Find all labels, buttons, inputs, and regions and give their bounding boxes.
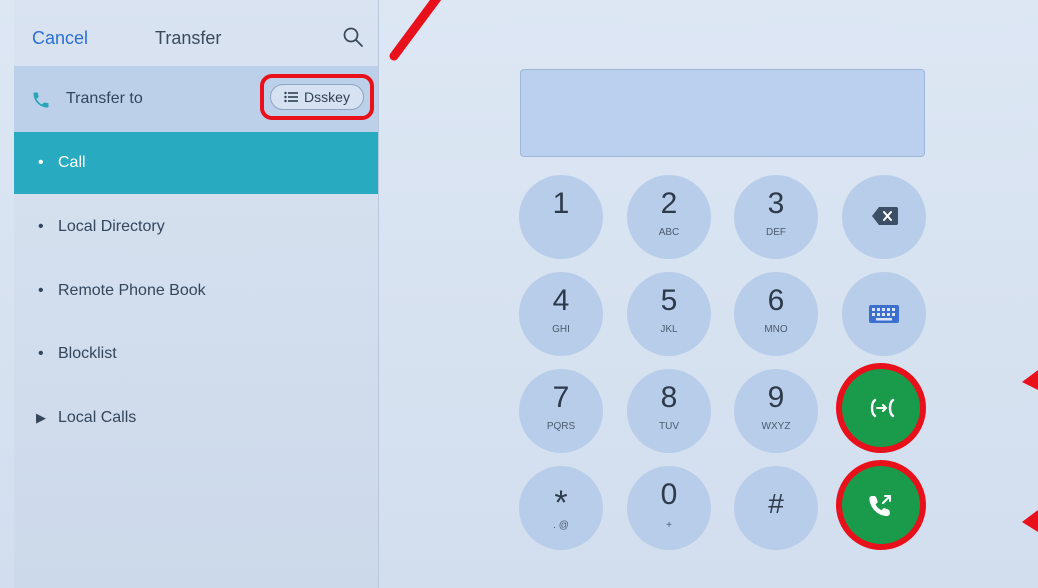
key-star[interactable]: * . @: [519, 466, 603, 550]
call-button[interactable]: [836, 460, 926, 550]
dsskey-button[interactable]: Dsskey: [270, 84, 364, 110]
search-icon[interactable]: [342, 26, 364, 48]
key-4[interactable]: 4 GHI: [519, 272, 603, 356]
annotation-arrow: [389, 0, 442, 61]
key-digit: *: [554, 484, 568, 522]
key-digit: 3: [767, 187, 785, 220]
key-letters: TUV: [659, 421, 679, 432]
backspace-button[interactable]: [842, 175, 926, 259]
bullet-icon: •: [38, 282, 44, 299]
cancel-button[interactable]: Cancel: [32, 28, 88, 49]
key-1[interactable]: 1: [519, 175, 603, 259]
expand-arrow-icon: ▶: [36, 410, 46, 425]
dsskey-highlight: Dsskey: [260, 74, 374, 120]
bullet-icon: •: [38, 345, 44, 362]
bullet-icon: •: [38, 154, 44, 171]
top-bar: Cancel Transfer: [14, 0, 378, 66]
transfer-to-label: Transfer to: [66, 90, 143, 107]
key-2[interactable]: 2 ABC: [627, 175, 711, 259]
dsskey-label: Dsskey: [304, 89, 350, 105]
page-title: Transfer: [155, 28, 222, 48]
key-6[interactable]: 6 MNO: [734, 272, 818, 356]
list-icon: [284, 91, 299, 103]
annotation-pointer: [1022, 370, 1038, 390]
key-letters: DEF: [766, 227, 786, 238]
key-3[interactable]: 3 DEF: [734, 175, 818, 259]
key-digit: 1: [552, 187, 570, 220]
backspace-icon: [872, 207, 898, 225]
key-hash[interactable]: #: [734, 466, 818, 550]
menu-item-blocklist[interactable]: • Blocklist: [14, 323, 378, 385]
key-digit: 9: [767, 381, 785, 414]
key-9[interactable]: 9 WXYZ: [734, 369, 818, 453]
bullet-icon: •: [38, 218, 44, 235]
key-8[interactable]: 8 TUV: [627, 369, 711, 453]
key-5[interactable]: 5 JKL: [627, 272, 711, 356]
call-icon: [869, 495, 891, 517]
phone-icon: [33, 92, 49, 108]
key-digit: 7: [552, 381, 570, 414]
key-letters: JKL: [660, 324, 678, 335]
transfer-to-row: Transfer to Dsskey: [14, 66, 378, 132]
menu-item-local-directory[interactable]: • Local Directory: [14, 196, 378, 258]
menu-item-label: Call: [58, 154, 86, 171]
key-letters: GHI: [552, 324, 570, 335]
menu-item-label: Local Directory: [58, 218, 165, 235]
menu-item-remote-phone-book[interactable]: • Remote Phone Book: [14, 260, 378, 322]
key-letters: PQRS: [546, 421, 576, 432]
phone-screen: Cancel Transfer Transfer to Dsskey • Cal…: [0, 0, 1038, 588]
number-display: [520, 69, 925, 157]
menu-item-label: Remote Phone Book: [58, 282, 206, 299]
transfer-call-icon: [870, 398, 895, 418]
key-letters: +: [666, 520, 672, 531]
key-7[interactable]: 7 PQRS: [519, 369, 603, 453]
transfer-call-button[interactable]: [836, 363, 926, 453]
annotation-pointer: [1022, 510, 1038, 532]
key-letters: MNO: [764, 324, 788, 335]
key-digit: 6: [767, 284, 785, 317]
keyboard-icon: [869, 305, 899, 323]
key-letters: . @: [553, 520, 569, 531]
key-digit: 8: [660, 381, 678, 414]
key-digit: 4: [552, 284, 570, 317]
keyboard-button[interactable]: [842, 272, 926, 356]
key-digit: #: [768, 488, 784, 519]
key-letters: ABC: [658, 227, 680, 238]
transfer-panel: Cancel Transfer Transfer to Dsskey • Cal…: [14, 0, 379, 588]
menu-item-label: Blocklist: [58, 345, 117, 362]
key-digit: 5: [660, 284, 678, 317]
key-digit: 2: [660, 187, 678, 220]
menu-item-call[interactable]: • Call: [14, 132, 378, 194]
menu-item-label: Local Calls: [58, 409, 137, 426]
key-digit: 0: [660, 478, 678, 511]
key-letters: WXYZ: [761, 421, 791, 432]
key-0[interactable]: 0 +: [627, 466, 711, 550]
menu-item-local-calls[interactable]: ▶ Local Calls: [14, 387, 378, 449]
